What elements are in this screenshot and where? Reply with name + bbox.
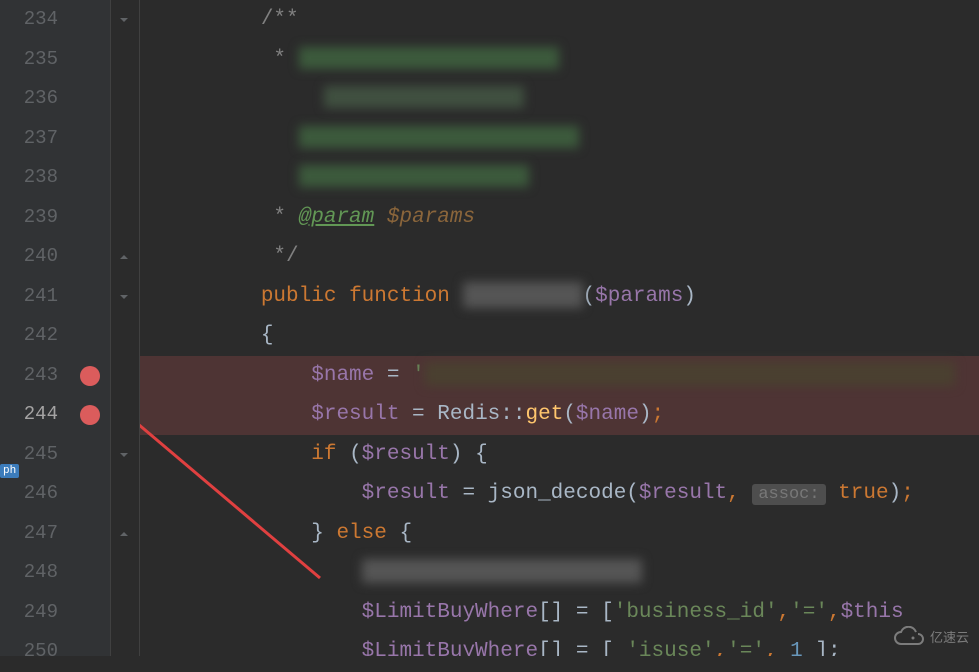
code-line-246[interactable]: $result = json_decode($result, assoc: tr…: [140, 474, 979, 514]
line-number-234[interactable]: 234: [0, 0, 58, 40]
breakpoint-244[interactable]: [80, 405, 100, 425]
var-limitbuywhere: $LimitBuyWhere: [362, 640, 538, 656]
class-redis: Redis: [437, 403, 500, 426]
breakpoint-column[interactable]: [70, 0, 110, 656]
line-number-250[interactable]: 250: [0, 632, 58, 672]
blurred-comment: [299, 165, 529, 187]
fold-marker-245[interactable]: [116, 447, 132, 463]
var-result: $result: [362, 482, 450, 505]
code-line-237[interactable]: [140, 119, 979, 159]
blurred-comment: [299, 126, 579, 148]
line-number-246[interactable]: 246: [0, 474, 58, 514]
param-var: $params: [595, 285, 683, 308]
code-line-239[interactable]: * @param $params: [140, 198, 979, 238]
cond-result: $result: [362, 443, 450, 466]
watermark-text: 亿速云: [930, 627, 969, 646]
blurred-comment: [299, 47, 559, 69]
code-line-235[interactable]: *: [140, 40, 979, 80]
code-editor: 2342352362372382392402412422432442452462…: [0, 0, 979, 656]
line-number-238[interactable]: 238: [0, 158, 58, 198]
func-jsondecode: json_decode: [488, 482, 627, 505]
doctag-param: @param: [299, 206, 375, 229]
docvar: $params: [374, 206, 475, 229]
blurred-funcname: [463, 282, 583, 308]
str-eq: '=': [727, 640, 765, 656]
code-line-249[interactable]: $LimitBuyWhere[] = ['business_id','=',$t…: [140, 593, 979, 633]
code-area[interactable]: /** * * @param $params */ public functio…: [140, 0, 979, 656]
blurred-comment: [324, 86, 524, 108]
blurred-code: [362, 559, 642, 583]
str-isuse: 'isuse': [626, 640, 714, 656]
kw-function: function: [349, 285, 450, 308]
line-number-235[interactable]: 235: [0, 40, 58, 80]
fold-marker-240[interactable]: [116, 249, 132, 265]
line-number-240[interactable]: 240: [0, 237, 58, 277]
blurred-string: [425, 362, 955, 386]
line-number-249[interactable]: 249: [0, 593, 58, 633]
fold-marker-247[interactable]: [116, 526, 132, 542]
arg-name: $name: [576, 403, 639, 426]
line-number-242[interactable]: 242: [0, 316, 58, 356]
comment-open: /**: [261, 8, 299, 31]
code-line-243[interactable]: $name = ': [140, 356, 979, 396]
fold-marker-241[interactable]: [116, 289, 132, 305]
code-line-245[interactable]: if ($result) {: [140, 435, 979, 475]
code-line-234[interactable]: /**: [140, 0, 979, 40]
cloud-icon: [893, 626, 925, 646]
fold-column[interactable]: [110, 0, 140, 656]
line-numbers-column[interactable]: 2342352362372382392402412422432442452462…: [0, 0, 70, 656]
code-line-247[interactable]: } else {: [140, 514, 979, 554]
code-line-238[interactable]: [140, 158, 979, 198]
str-businessid: 'business_id': [614, 601, 778, 624]
breakpoint-243[interactable]: [80, 366, 100, 386]
method-get: get: [526, 403, 564, 426]
fold-marker-234[interactable]: [116, 12, 132, 28]
kw-else: else: [336, 522, 386, 545]
str-eq: '=': [790, 601, 828, 624]
kw-if: if: [311, 443, 336, 466]
line-number-244[interactable]: 244: [0, 395, 58, 435]
code-line-250[interactable]: $LimitBuyWhere[] = [ 'isuse','=', 1 ];: [140, 632, 979, 656]
ph-label: ph: [0, 464, 19, 478]
line-number-239[interactable]: 239: [0, 198, 58, 238]
watermark: 亿速云: [893, 626, 969, 646]
var-limitbuywhere: $LimitBuyWhere: [362, 601, 538, 624]
line-number-241[interactable]: 241: [0, 277, 58, 317]
var-result: $result: [311, 403, 399, 426]
line-number-236[interactable]: 236: [0, 79, 58, 119]
param-hint-assoc: assoc:: [752, 484, 825, 505]
var-name: $name: [311, 364, 374, 387]
line-number-237[interactable]: 237: [0, 119, 58, 159]
line-number-248[interactable]: 248: [0, 553, 58, 593]
code-line-240[interactable]: */: [140, 237, 979, 277]
code-line-242[interactable]: {: [140, 316, 979, 356]
comment-close: */: [273, 245, 298, 268]
line-number-247[interactable]: 247: [0, 514, 58, 554]
true-literal: true: [838, 482, 888, 505]
kw-public: public: [261, 285, 337, 308]
editor-gutter: 2342352362372382392402412422432442452462…: [0, 0, 110, 656]
num-one: 1: [778, 640, 816, 656]
line-number-243[interactable]: 243: [0, 356, 58, 396]
arg-result: $result: [639, 482, 727, 505]
code-line-236[interactable]: [140, 79, 979, 119]
code-line-244[interactable]: $result = Redis::get($name);: [140, 395, 979, 435]
code-line-241[interactable]: public function ($params): [140, 277, 979, 317]
code-line-248[interactable]: [140, 553, 979, 593]
